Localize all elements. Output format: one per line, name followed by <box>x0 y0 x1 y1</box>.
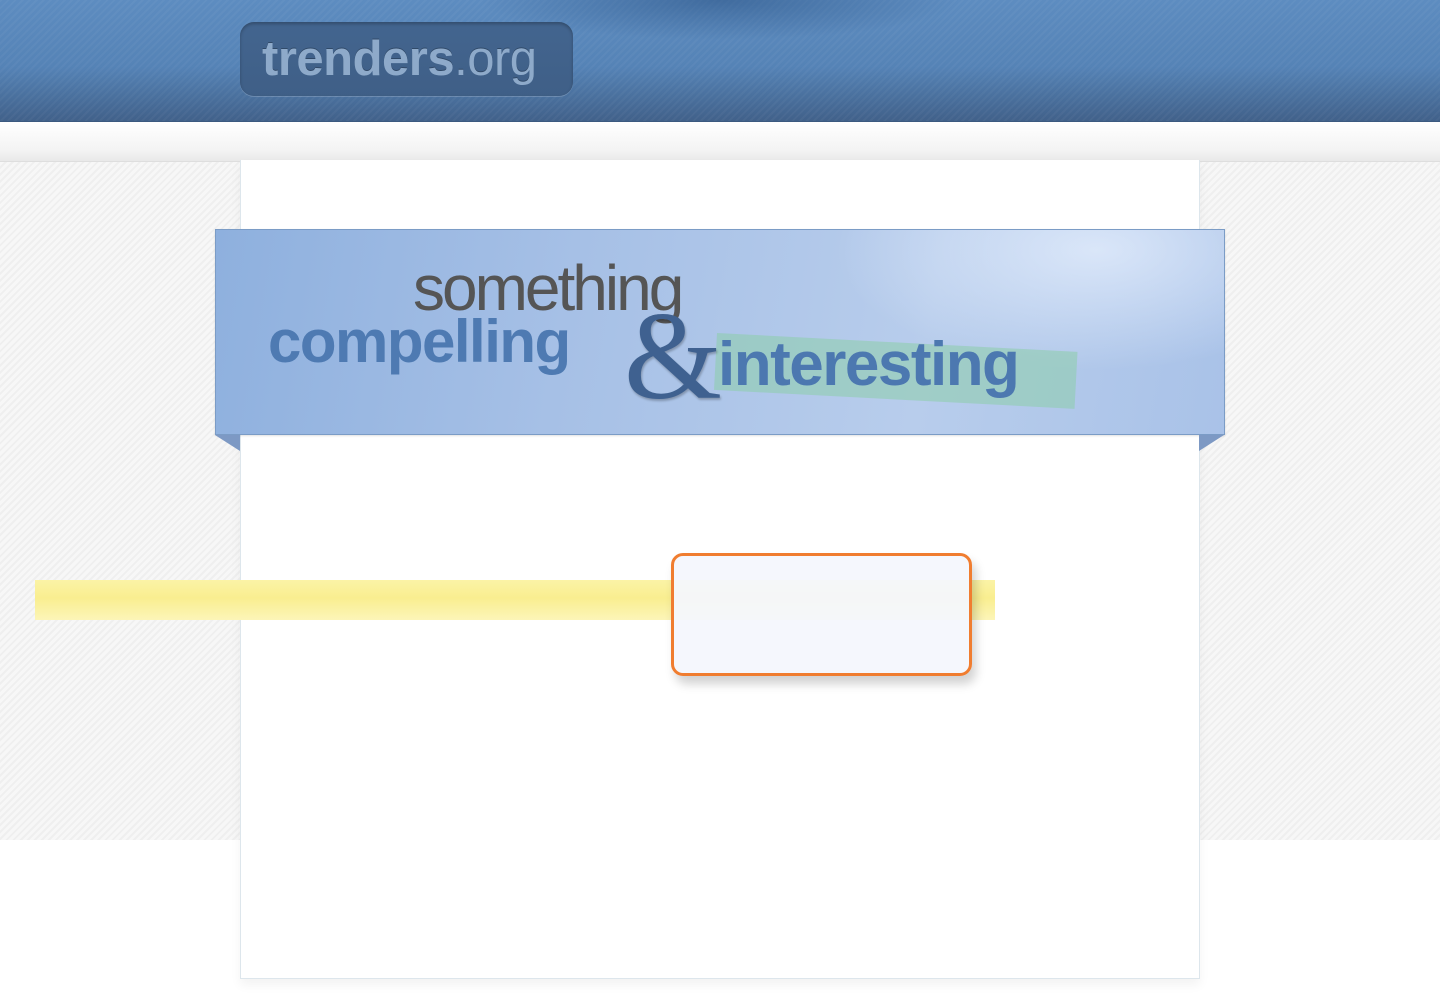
tagline-compelling: compelling <box>268 308 571 375</box>
site-logo[interactable]: trenders.org <box>240 22 573 96</box>
logo-tld: .org <box>454 32 537 86</box>
tagline-interesting: interesting <box>718 330 1020 399</box>
tagline-ampersand: & <box>624 287 723 426</box>
banner-fold-right <box>1199 435 1224 451</box>
focus-box[interactable] <box>671 553 972 676</box>
site-header: trenders.org <box>0 0 1440 122</box>
logo-name: trenders <box>262 32 455 86</box>
banner-fold-left <box>215 435 240 451</box>
logo-text: trenders.org <box>262 30 537 88</box>
sub-navigation-bar <box>0 122 1440 162</box>
